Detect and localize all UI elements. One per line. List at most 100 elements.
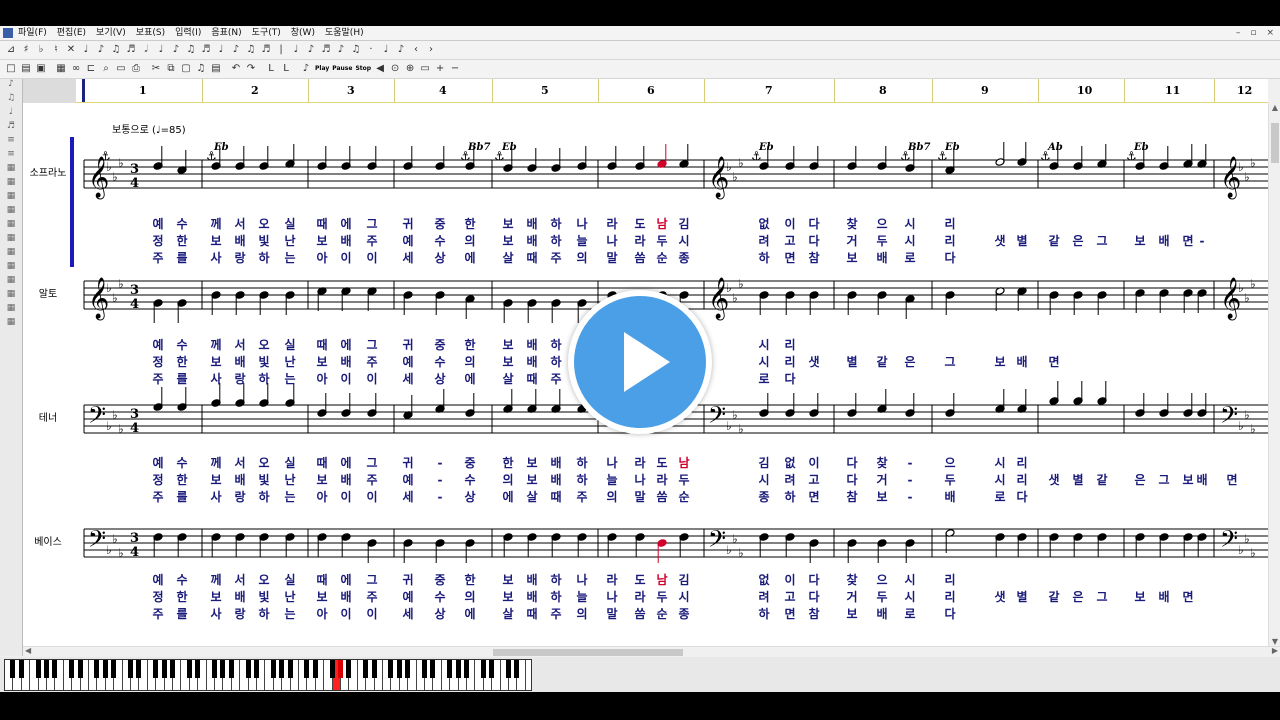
lyric-syllable: 에 [464, 371, 475, 386]
lyric-syllable: 배 [1158, 233, 1169, 248]
play-overlay-icon [624, 332, 670, 392]
lyric-syllable: 나 [606, 455, 617, 470]
flat-icon: ♭ [1238, 419, 1244, 433]
lyric-syllable: 랑 [234, 251, 245, 265]
lyric-syllable: 때 [550, 490, 561, 504]
flat-icon: ♭ [118, 546, 124, 560]
lyric-syllable: 하 [258, 606, 269, 621]
lyric-syllable: 시 [904, 234, 915, 248]
lyric-syllable: 사 [210, 371, 221, 386]
lyric-syllable: 세 [402, 606, 413, 621]
lyric-syllable: 도 [656, 456, 667, 470]
lyric-syllable: 씀 [634, 607, 645, 621]
lyric-syllable: 로 [994, 490, 1005, 504]
lyric-syllable: 는 [284, 607, 295, 621]
lyric-syllable: 보 [502, 573, 513, 587]
lyric-syllable: 시 [904, 573, 915, 587]
lyric-syllable: 김 [758, 455, 769, 470]
staff-name: 알토 [39, 288, 57, 300]
lyric-syllable: 참 [808, 606, 819, 621]
lyric-syllable: 때 [316, 338, 327, 352]
lyric-syllable: 남 [678, 455, 689, 470]
lyric-syllable: 사 [210, 250, 221, 265]
lyric-syllable: 수 [434, 590, 445, 604]
flat-icon: ♭ [1250, 546, 1256, 560]
lyric-syllable: 주 [366, 473, 377, 487]
lyric-syllable: 보 [526, 456, 537, 470]
lyric-syllable: 없 [784, 456, 795, 470]
lyric-syllable: 그 [1096, 234, 1107, 248]
lyric-syllable: 배 [340, 472, 351, 487]
lyric-syllable: 하 [758, 606, 769, 621]
lyric-syllable: 라 [634, 455, 645, 470]
lyric-syllable: 없 [758, 217, 769, 231]
lyric-syllable: 려 [758, 233, 769, 248]
lyric-syllable: 으 [876, 217, 887, 231]
bass-clef-icon: 𝄢 [88, 401, 106, 434]
lyric-syllable: 종 [678, 607, 689, 621]
lyric-syllable: - [908, 490, 913, 504]
lyric-syllable: 이 [366, 606, 377, 621]
lyric-syllable: 주 [152, 490, 163, 504]
lyric-syllable: 때 [526, 607, 537, 621]
lyric-syllable: 사 [210, 489, 221, 504]
lyric-syllable: 그 [1158, 473, 1169, 487]
lyric-syllable: 거 [846, 589, 857, 604]
bass-clef-icon: 𝄢 [1220, 401, 1238, 434]
lyric-syllable: 하 [550, 216, 561, 231]
play-overlay-button[interactable] [568, 290, 712, 434]
time-signature-top: 3 [130, 162, 139, 177]
lyric-syllable: 에 [502, 489, 513, 504]
lyric-syllable: 수 [176, 338, 187, 352]
lyric-syllable: 한 [502, 455, 513, 470]
lyric-syllable: 배 [234, 354, 245, 369]
lyric-syllable: 예 [402, 354, 413, 369]
lyric-syllable: 고 [808, 473, 819, 487]
lyric-syllable: 거 [876, 472, 887, 487]
flat-icon: ♭ [106, 543, 112, 557]
lyric-syllable: 라 [606, 216, 617, 231]
lyric-syllable: 두 [656, 234, 667, 248]
flat-icon: ♭ [1238, 281, 1244, 295]
lyric-syllable: 순 [656, 607, 667, 621]
lyric-syllable: 보 [316, 355, 327, 369]
lyric-syllable: 서 [234, 455, 245, 470]
lyric-syllable: 예 [152, 337, 163, 352]
lyric-syllable: 아 [316, 489, 327, 504]
lyric-syllable: 때 [316, 217, 327, 231]
lyric-syllable: 별 [1016, 589, 1027, 604]
lyric-syllable: 하 [550, 589, 561, 604]
lyric-syllable: 로 [758, 372, 769, 386]
lyric-syllable: 에 [340, 455, 351, 470]
lyric-syllable: 그 [366, 456, 377, 470]
lyric-syllable: 주 [366, 590, 377, 604]
lyric-syllable: 한 [464, 337, 475, 352]
bass-clef-icon: 𝄢 [708, 401, 726, 434]
lyric-syllable: 은 [1072, 590, 1083, 604]
lyric-syllable: 이 [784, 572, 795, 587]
lyric-syllable: 께 [210, 573, 221, 587]
lyric-syllable: 예 [402, 589, 413, 604]
lyric-syllable: 정 [152, 233, 163, 248]
flat-icon: ♭ [1250, 277, 1256, 291]
flat-icon: ♭ [106, 419, 112, 433]
lyric-syllable: 귀 [402, 572, 413, 587]
lyric-syllable: 주 [576, 490, 587, 504]
lyric-syllable: 난 [284, 234, 295, 248]
lyric-syllable: 배 [876, 250, 887, 265]
lyric-syllable: 나 [576, 572, 587, 587]
lyric-syllable: 보 [210, 473, 221, 487]
lyric-syllable: 보 [846, 251, 857, 265]
lyric-syllable: 면 [1182, 589, 1193, 604]
lyric-syllable: 빛 [258, 233, 269, 248]
lyric-syllable: 때 [316, 573, 327, 587]
lyric-syllable: 배 [876, 606, 887, 621]
lyric-syllable: 오 [258, 573, 269, 587]
lyric-syllable: 시 [994, 456, 1005, 470]
lyric-syllable: 도 [634, 573, 645, 587]
lyric-syllable: 귀 [402, 216, 413, 231]
lyric-syllable: 를 [176, 607, 187, 621]
lyric-syllable: 씀 [656, 490, 667, 504]
lyric-syllable: 리 [1016, 455, 1027, 470]
lyric-syllable: 수 [434, 234, 445, 248]
